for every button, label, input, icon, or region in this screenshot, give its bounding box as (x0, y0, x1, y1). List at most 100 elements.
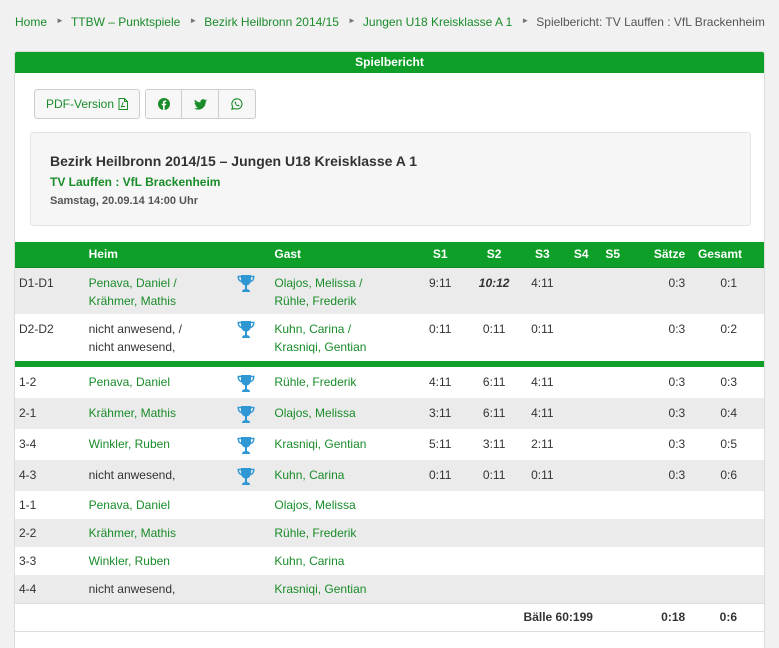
trophy-icon (237, 274, 255, 299)
set-1-score: 0:11 (411, 460, 469, 491)
home-player-cell: Penava, Daniel (85, 491, 232, 519)
player-link[interactable]: Olajos, Melissa (274, 498, 355, 512)
guest-player-cell: Kuhn, Carina (270, 547, 411, 575)
guest-player-cell: Krasniqi, Gentian (270, 575, 412, 603)
player-link[interactable]: Rühle, Frederik (274, 526, 356, 540)
player-link[interactable]: Kuhn, Carina (274, 468, 344, 482)
whatsapp-share-button[interactable] (219, 89, 256, 119)
player-link[interactable]: Rühle, Frederik (274, 294, 356, 308)
player-link[interactable]: Krasniqi, Gentian (274, 582, 366, 596)
set-1-score: 5:11 (429, 437, 452, 451)
player-link[interactable]: Winkler, Ruben (89, 554, 170, 568)
player-link[interactable]: Krähmer, Mathis (89, 294, 176, 308)
player-link[interactable]: Rühle, Frederik (274, 375, 356, 389)
panel-title: Spielbericht (15, 52, 764, 73)
player-link[interactable]: Kuhn, Carina / (274, 322, 351, 336)
breadcrumb-punktspiele[interactable]: TTBW – Punktspiele (71, 15, 180, 29)
player-link[interactable]: Krasniqi, Gentian (274, 437, 366, 451)
running-total: 0:5 (720, 437, 737, 451)
winner-cup-cell (232, 398, 271, 429)
home-player-cell: Krähmer, Mathis (84, 398, 233, 429)
table-row: 3-4 Winkler, Ruben Krasniqi, Gentian 5:1… (15, 429, 764, 460)
running-total: 0:1 (689, 267, 764, 314)
table-row: 1-2 Penava, Daniel Rühle, Frederik 4:11 … (15, 367, 764, 398)
set-1-score: 9:11 (411, 267, 469, 314)
player-link[interactable]: Penava, Daniel (89, 498, 170, 512)
sets-result: 0:3 (668, 322, 686, 336)
trophy-icon (237, 374, 255, 398)
breadcrumb-bezirk[interactable]: Bezirk Heilbronn 2014/15 (204, 15, 339, 29)
match-id: 3-4 (19, 437, 37, 451)
breadcrumb-separator-icon: ► (347, 15, 356, 25)
winner-cup-cell (232, 429, 270, 460)
set-4-score (565, 267, 597, 314)
player-link[interactable]: Kuhn, Carina (274, 554, 344, 568)
header-id (15, 242, 85, 268)
table-row: 3-3 Winkler, Ruben Kuhn, Carina (15, 547, 765, 575)
header-s5: S5 (596, 242, 629, 268)
sets-result: 0:3 (668, 375, 686, 389)
table-row: 1-1 Penava, Daniel Olajos, Melissa (15, 491, 764, 519)
balls-total: Bälle 60:199 (411, 602, 597, 632)
running-total: 0:4 (689, 398, 764, 429)
pdf-version-label: PDF-Version (45, 97, 115, 111)
player-link[interactable]: Olajos, Melissa (274, 406, 355, 420)
match-id: D1-D1 (15, 267, 85, 314)
match-id: 1-1 (19, 498, 37, 512)
set-1-score: 3:11 (411, 398, 469, 429)
guest-player-cell: Kuhn, Carina (270, 460, 412, 491)
match-id: 3-3 (19, 554, 37, 568)
match-id: 2-2 (15, 519, 85, 547)
guest-player-cell: Rühle, Frederik (270, 367, 411, 398)
guest-player-cell: Olajos, Melissa (270, 491, 411, 519)
home-players: nicht anwesend, / nicht anwesend, (85, 314, 232, 361)
table-row: 4-3 nicht anwesend, Kuhn, Carina 0:11 0:… (15, 460, 764, 491)
twitter-share-button[interactable] (182, 89, 219, 119)
breadcrumb-separator-icon: ► (189, 15, 198, 25)
set-3-score: 2:11 (531, 437, 554, 451)
breadcrumb-home[interactable]: Home (15, 15, 47, 29)
header-gast: Gast (270, 242, 412, 268)
set-1-score: 4:11 (429, 375, 452, 389)
empty-scores (412, 547, 765, 575)
trophy-icon (237, 405, 255, 429)
player-link[interactable]: Olajos, Melissa / (274, 276, 362, 290)
home-player-cell: Krähmer, Mathis (84, 519, 233, 547)
sets-total: 0:18 (628, 602, 690, 632)
sets-result: 0:3 (628, 267, 690, 314)
player-link[interactable]: Penava, Daniel / (89, 276, 177, 290)
set-4-score (565, 314, 597, 361)
absent-player: nicht anwesend, (88, 340, 176, 354)
set-3-score: 0:11 (531, 322, 554, 336)
totals-spacer (15, 602, 412, 632)
home-player-cell: Winkler, Ruben (85, 547, 232, 575)
facebook-share-button[interactable] (145, 89, 182, 119)
player-link[interactable]: Krähmer, Mathis (89, 406, 176, 420)
home-player-cell: nicht anwesend, (84, 575, 233, 603)
player-link[interactable]: Krähmer, Mathis (89, 526, 176, 540)
match-info-box: Bezirk Heilbronn 2014/15 – Jungen U18 Kr… (30, 132, 751, 226)
totals-spacer-s5 (596, 602, 629, 632)
set-3-score: 0:11 (519, 460, 566, 491)
table-row: 2-2 Krähmer, Mathis Rühle, Frederik (15, 519, 764, 547)
header-s4: S4 (565, 242, 597, 268)
player-link[interactable]: Winkler, Ruben (89, 437, 170, 451)
running-total: 0:2 (720, 322, 737, 336)
match-id: D2-D2 (19, 322, 54, 336)
player-link[interactable]: Penava, Daniel (89, 375, 170, 389)
player-link[interactable]: Krasniqi, Gentian (274, 340, 366, 354)
match-teams: TV Lauffen : VfL Brackenheim (50, 175, 221, 189)
header-heim: Heim (84, 242, 233, 268)
sets-result: 0:3 (628, 460, 690, 491)
set-2-score: 3:11 (482, 437, 506, 451)
guest-player-cell: Olajos, Melissa (270, 398, 412, 429)
set-3-score: 4:11 (519, 398, 566, 429)
pdf-version-button[interactable]: PDF-Version (34, 89, 140, 119)
set-4-score (565, 460, 597, 491)
set-4-score (565, 398, 597, 429)
breadcrumb: Home ► TTBW – Punktspiele ► Bezirk Heilb… (15, 15, 765, 29)
empty-scores (411, 575, 764, 603)
set-5-score (597, 314, 629, 361)
spielbericht-panel: Spielbericht PDF-Version Bezirk Heilbron… (14, 51, 765, 648)
breadcrumb-liga[interactable]: Jungen U18 Kreisklasse A 1 (363, 15, 512, 29)
